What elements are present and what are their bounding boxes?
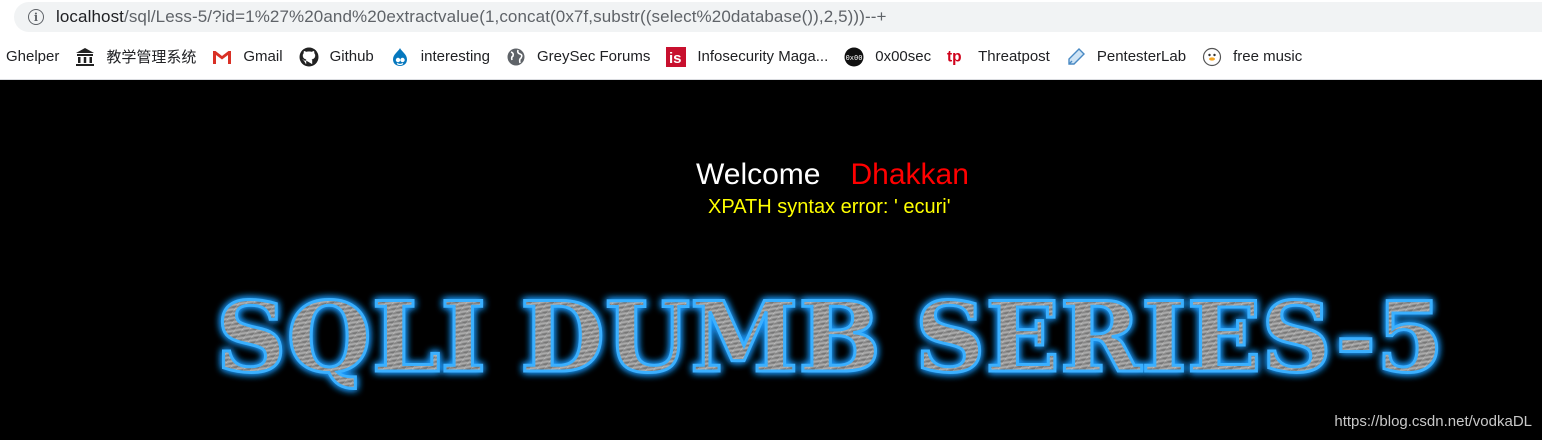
username-text: Dhakkan xyxy=(850,158,969,191)
address-bar: i localhost/sql/Less-5/?id=1%27%20and%20… xyxy=(0,0,1542,34)
bookmark-label: Ghelper xyxy=(6,48,60,65)
watermark-text: https://blog.csdn.net/vodkaDL xyxy=(1334,413,1532,430)
svg-text:0x00: 0x00 xyxy=(846,54,863,62)
url-path: /sql/Less-5/?id=1%27%20and%20extractvalu… xyxy=(124,7,887,26)
info-icon[interactable]: i xyxy=(28,9,44,25)
bookmark-label: 0x00sec xyxy=(875,48,932,65)
page-title: SQLI DUMB SERIES-5 xyxy=(216,285,1444,394)
infosecurity-icon: is xyxy=(666,46,687,67)
svg-text:tp: tp xyxy=(947,48,962,65)
bookmark-label: Gmail xyxy=(243,48,283,65)
bookmark-threatpost[interactable]: tp Threatpost xyxy=(939,41,1058,73)
duck-icon xyxy=(1202,47,1222,67)
bookmark-ghelper[interactable]: Ghelper xyxy=(0,41,67,73)
welcome-line: Welcome Dhakkan xyxy=(696,158,969,192)
bookmark-github[interactable]: Github xyxy=(291,41,382,73)
bookmark-interesting[interactable]: interesting xyxy=(382,41,498,73)
omnibox[interactable]: i localhost/sql/Less-5/?id=1%27%20and%20… xyxy=(14,2,1542,32)
pentesterlab-icon xyxy=(1066,47,1086,67)
bookmark-0x00sec[interactable]: 0x00 0x00sec xyxy=(836,41,939,73)
github-icon xyxy=(299,47,319,67)
url-text[interactable]: localhost/sql/Less-5/?id=1%27%20and%20ex… xyxy=(56,7,887,27)
bookmark-label: PentesterLab xyxy=(1096,48,1187,65)
bookmark-pentesterlab[interactable]: PentesterLab xyxy=(1058,41,1194,73)
bookmark-infosecurity[interactable]: is Infosecurity Maga... xyxy=(658,41,836,73)
bookmark-gmail[interactable]: Gmail xyxy=(204,41,290,73)
svg-text:is: is xyxy=(669,50,682,67)
bookmark-label: 教学管理系统 xyxy=(106,49,197,66)
url-host: localhost xyxy=(56,7,124,26)
error-message: XPATH syntax error: ' ecuri' xyxy=(708,196,951,218)
bookmark-greysec[interactable]: GreySec Forums xyxy=(498,41,658,73)
bookmarks-bar: Ghelper 教学管理系统 Gmail Github interesting … xyxy=(0,34,1542,80)
bookmark-jiaoxue[interactable]: 教学管理系统 xyxy=(67,41,204,73)
0x00sec-icon: 0x00 xyxy=(844,47,864,67)
page-content: Welcome Dhakkan XPATH syntax error: ' ecu… xyxy=(0,80,1542,440)
bookmark-label: free music xyxy=(1233,48,1303,65)
globe-icon xyxy=(506,47,526,67)
gmail-icon xyxy=(212,47,232,67)
building-icon xyxy=(75,47,95,67)
drupal-icon xyxy=(390,47,410,67)
page-title-banner: SQLI DUMB SERIES-5 xyxy=(215,285,1446,396)
bookmark-label: Threatpost xyxy=(978,48,1050,65)
bookmark-label: GreySec Forums xyxy=(536,48,651,65)
threatpost-icon: tp xyxy=(947,47,967,67)
bookmark-label: Infosecurity Maga... xyxy=(697,48,829,65)
bookmark-label: Github xyxy=(329,48,374,65)
welcome-text: Welcome xyxy=(696,158,821,191)
bookmark-label: interesting xyxy=(420,48,490,65)
bookmark-free-music[interactable]: free music xyxy=(1194,41,1310,73)
